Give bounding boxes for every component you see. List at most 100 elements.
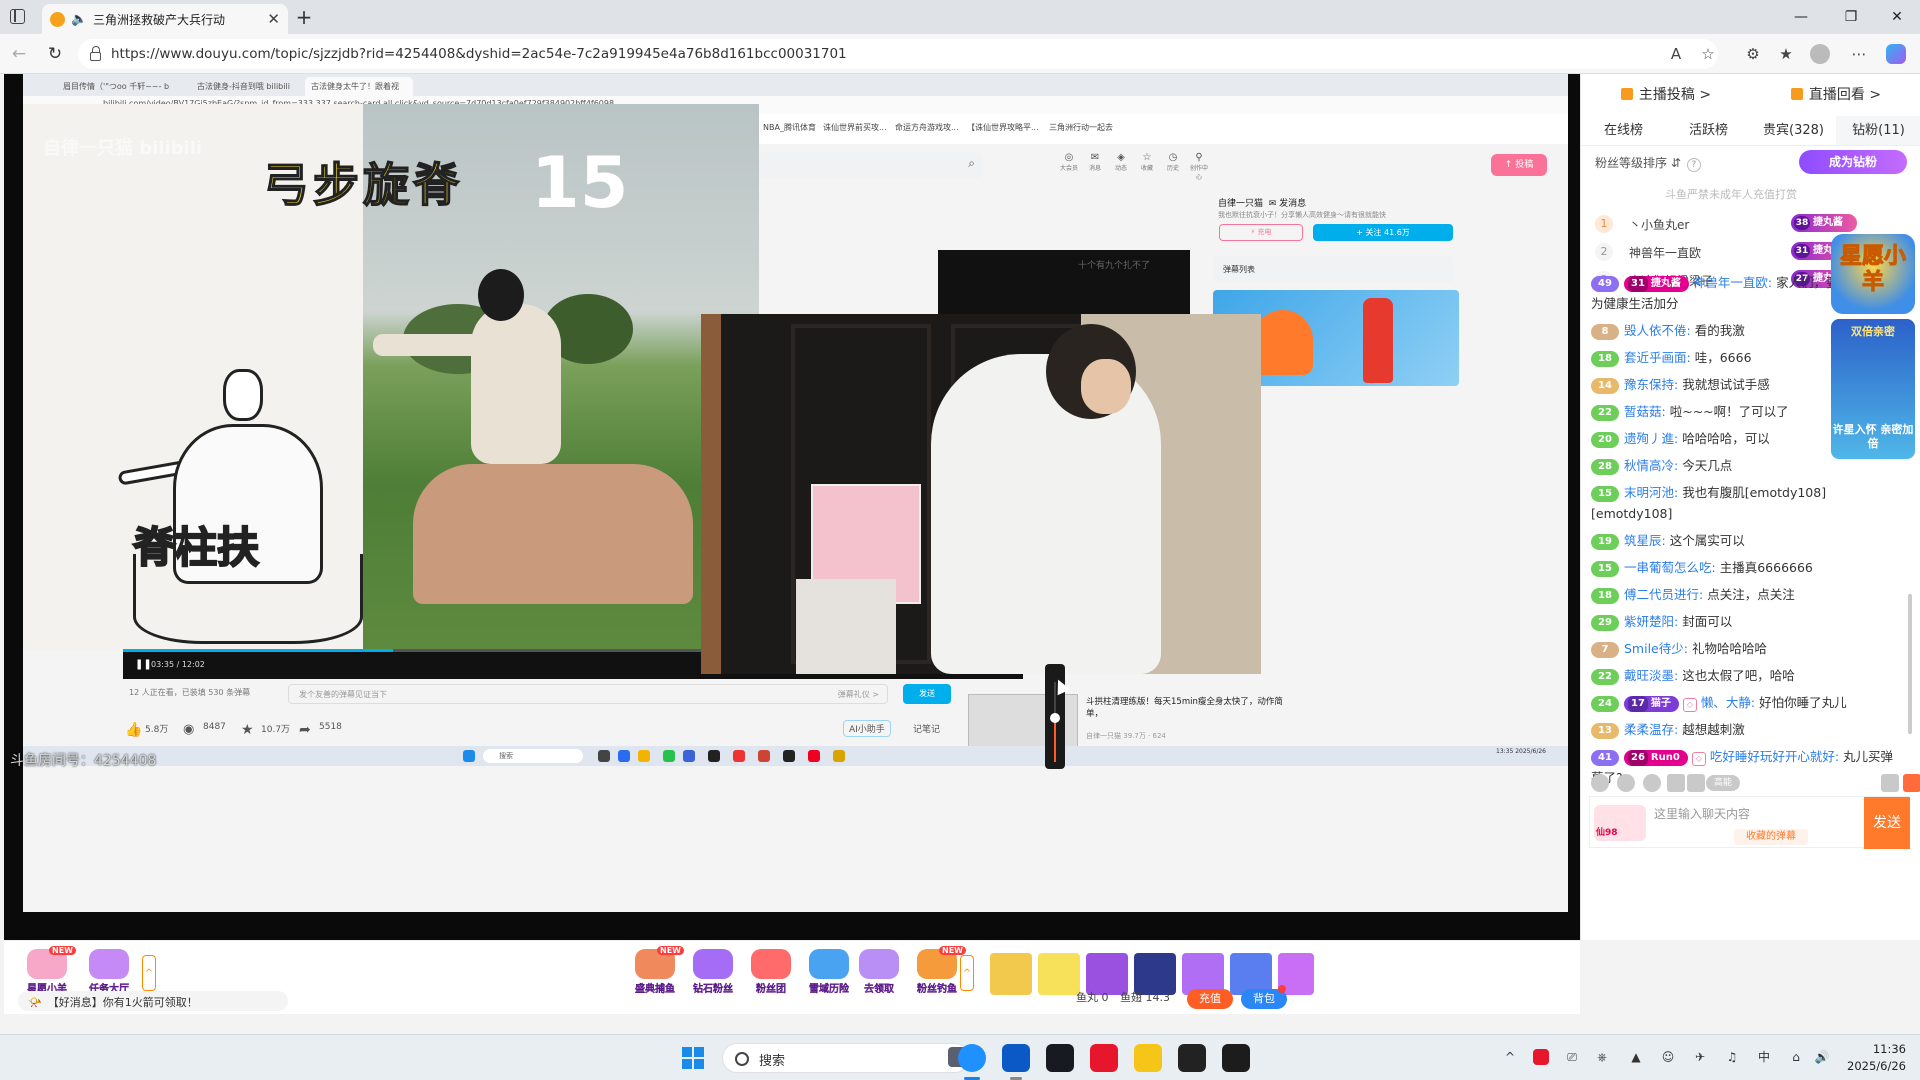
vpn-tray-icon[interactable]: ✈ [1692, 1049, 1708, 1065]
chat-username[interactable]: 遗殉丿進: [1624, 431, 1678, 446]
chat-username[interactable]: 神兽年一直欧: [1693, 275, 1772, 290]
tab-online[interactable]: 在线榜 [1581, 116, 1666, 145]
chat-username[interactable]: 柔柔温存: [1624, 722, 1678, 737]
taskbar-clock[interactable]: 11:36 2025/6/26 [1846, 1041, 1906, 1075]
edge-icon[interactable] [958, 1044, 986, 1072]
volume-knob[interactable] [1050, 713, 1060, 723]
high-energy-button[interactable]: 高能 [1706, 775, 1740, 791]
photoshop-icon[interactable] [1002, 1044, 1030, 1072]
settings-icon[interactable] [1881, 774, 1899, 792]
chat-message[interactable]: 29 紫妍楚阳: 封面可以 [1581, 608, 1906, 635]
game-app-icon[interactable] [1134, 1044, 1162, 1072]
recharge-button[interactable]: 充值 [1187, 989, 1233, 1009]
chat-message[interactable]: 19 筑星辰: 这个属实可以 [1581, 527, 1906, 554]
tab-actions-icon[interactable] [10, 9, 25, 24]
task-hall-button[interactable]: 任务大厅 [80, 949, 138, 995]
fan-level-sort[interactable]: 粉丝等级排序 ⇵? [1595, 154, 1701, 172]
feature-fishing-festival[interactable]: NEW 盛典捕鱼 [626, 946, 684, 995]
chat-username[interactable]: 毁人依不倦: [1624, 323, 1691, 338]
chat-input[interactable]: 这里输入聊天内容 [1654, 805, 1750, 822]
emoji-icon[interactable] [1591, 774, 1609, 792]
minimize-button[interactable]: — [1786, 6, 1816, 28]
tab-diamond-fans[interactable]: 钻粉(11) [1836, 116, 1920, 145]
chat-message[interactable]: 24 17 猫子 ◇ 懒、大静: 好怕你睡了丸儿 [1581, 689, 1906, 716]
saved-danmu-button[interactable]: 收藏的弹幕 [1734, 829, 1808, 845]
chat-username[interactable]: 戴旺淡墨: [1624, 668, 1678, 683]
profile-avatar[interactable] [1810, 44, 1830, 64]
notes-app-icon[interactable] [1222, 1044, 1250, 1072]
address-bar[interactable]: https://www.douyu.com/topic/sjzzjdb?rid=… [78, 39, 1718, 69]
tray-overflow-icon[interactable]: ^ [1502, 1049, 1518, 1065]
netease-music-icon[interactable] [1090, 1044, 1118, 1072]
network-icon[interactable]: ⌂ [1788, 1049, 1804, 1065]
star-sheep-button[interactable]: NEW 星愿小羊 [18, 946, 76, 995]
chat-message[interactable]: 7 Smile待少: 礼物哈哈哈哈 [1581, 635, 1906, 662]
tray-app-icon[interactable]: ☺ [1660, 1049, 1676, 1065]
chat-message[interactable]: 18 傅二代员进行: 点关注，点关注 [1581, 581, 1906, 608]
microphone-icon[interactable]: ♫ [1724, 1049, 1740, 1065]
browser-tab-active[interactable]: 🔈 三角洲拯救破产大兵行动 ✕ [42, 4, 288, 34]
volume-icon[interactable]: 🔊 [1814, 1049, 1830, 1065]
chat-username[interactable]: 暂菇菇: [1624, 404, 1666, 419]
game-app-icon[interactable] [1178, 1044, 1206, 1072]
feature-fan-fishing[interactable]: NEW 粉丝钓鱼 [908, 946, 966, 995]
chat-message[interactable]: 22 戴旺淡墨: 这也太假了吧，哈哈 [1581, 662, 1906, 689]
chat-username[interactable]: 紫妍楚阳: [1624, 614, 1678, 629]
chat-message[interactable]: 15 末明河池: 我也有腹肌[emotdy108][emotdy108] [1581, 479, 1906, 527]
restore-button[interactable]: ❐ [1836, 6, 1866, 28]
windows-start-icon[interactable] [682, 1047, 704, 1069]
close-tab-icon[interactable]: ✕ [267, 10, 280, 28]
steam-tray-icon[interactable]: ⎈ [1594, 1049, 1610, 1065]
double-intimacy-banner[interactable]: 双倍亲密 许星入怀 亲密加倍 [1831, 319, 1915, 459]
tray-app-icon[interactable]: ⎚ [1564, 1049, 1580, 1065]
tab-active[interactable]: 活跃榜 [1666, 116, 1751, 145]
taskbar-search[interactable]: 搜索 [722, 1043, 970, 1073]
expand-left-arrow[interactable]: ^ [142, 955, 156, 991]
megaphone-icon[interactable] [1617, 774, 1635, 792]
chat-username[interactable]: 筑星辰: [1624, 533, 1666, 548]
star-sheep-event-banner[interactable]: 星愿小羊 [1831, 234, 1915, 314]
tab-vip[interactable]: 贵宾(328) [1751, 116, 1836, 145]
chat-username[interactable]: 吃好睡好玩好开心就好: [1710, 749, 1839, 764]
chat-message[interactable]: 15 一串葡萄怎么吃: 主播真6666666 [1581, 554, 1906, 581]
chat-username[interactable]: 秋情高冷: [1624, 458, 1678, 473]
chat-scrollbar[interactable] [1908, 594, 1912, 734]
become-diamond-fan-button[interactable]: 成为钻粉 [1799, 150, 1907, 174]
close-window-button[interactable]: ✕ [1882, 6, 1912, 28]
chat-username[interactable]: 末明河池: [1624, 485, 1678, 500]
live-video[interactable]: 眉目传情（'"つoo 千轩~~- b 古法健身-抖音到哦 bilibili 古法… [4, 74, 1580, 940]
steam-icon[interactable] [1046, 1044, 1074, 1072]
feature-diamond-fans[interactable]: 钻石粉丝 [684, 949, 742, 995]
chat-username[interactable]: Smile待少: [1624, 641, 1688, 656]
gift-tile[interactable] [1038, 953, 1080, 995]
chat-message[interactable]: 13 柔柔温存: 越想越刺激 [1581, 716, 1906, 743]
input-method-icon[interactable]: 中 [1756, 1049, 1772, 1065]
live-replay-link[interactable]: 直播回看 > [1751, 74, 1920, 116]
streamer-posts-link[interactable]: 主播投稿 > [1581, 74, 1751, 116]
back-icon[interactable]: ← [8, 43, 30, 65]
extensions-icon[interactable]: ⚙ [1742, 43, 1764, 65]
netease-tray-icon[interactable] [1533, 1049, 1549, 1065]
feature-fan-club[interactable]: 粉丝团 [742, 949, 800, 995]
favorite-star-icon[interactable]: ☆ [1697, 43, 1719, 65]
copilot-icon[interactable] [1886, 44, 1906, 64]
send-button[interactable]: 发送 [1864, 797, 1910, 849]
chat-username[interactable]: 套近乎画面: [1624, 350, 1691, 365]
gift-icon[interactable] [1667, 774, 1685, 792]
favorites-icon[interactable]: ★ [1775, 43, 1797, 65]
chat-username[interactable]: 一串葡萄怎么吃: [1624, 560, 1716, 575]
new-tab-button[interactable]: + [292, 5, 316, 29]
gift-tile[interactable] [990, 953, 1032, 995]
expand-features-arrow[interactable]: ^ [960, 955, 974, 991]
crown-icon[interactable] [1643, 774, 1661, 792]
help-icon[interactable]: ? [1686, 158, 1701, 172]
more-menu-icon[interactable]: ⋯ [1848, 43, 1870, 65]
speaker-icon[interactable]: 🔈 [71, 12, 87, 27]
chat-username[interactable]: 傅二代员进行: [1624, 587, 1703, 602]
read-aloud-icon[interactable]: A [1665, 43, 1687, 65]
refresh-icon[interactable]: ↻ [44, 43, 66, 65]
nvidia-tray-icon[interactable]: ▲ [1628, 1049, 1644, 1065]
color-icon[interactable] [1687, 774, 1705, 792]
chat-username[interactable]: 豫东保持: [1624, 377, 1678, 392]
chat-username[interactable]: 懒、大静: [1701, 695, 1755, 710]
